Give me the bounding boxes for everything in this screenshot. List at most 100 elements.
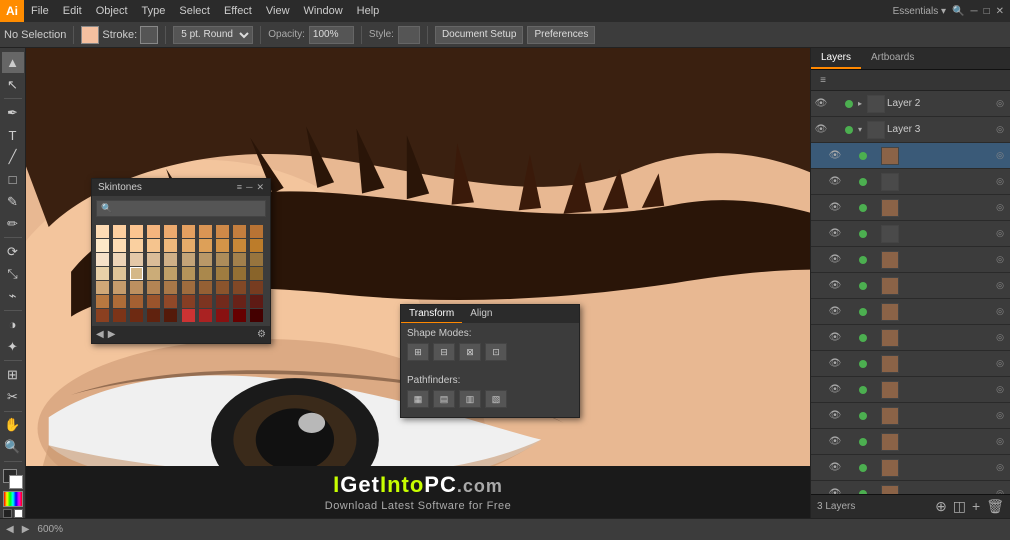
layer-visibility-toggle[interactable]: 👁: [827, 462, 843, 473]
color-swatch[interactable]: [216, 295, 229, 308]
maximize-icon[interactable]: □: [984, 6, 990, 17]
search-input[interactable]: [112, 203, 261, 214]
stroke-swatch[interactable]: [140, 26, 158, 44]
trim-btn[interactable]: ▤: [433, 390, 455, 408]
color-swatch[interactable]: [199, 239, 212, 252]
layer-visibility-toggle[interactable]: 👁: [827, 410, 843, 421]
menu-window[interactable]: Window: [297, 3, 350, 19]
color-swatch[interactable]: [164, 225, 177, 238]
make-sub-layer-btn[interactable]: ≡: [815, 72, 831, 88]
layer-item[interactable]: 👁 ◎: [811, 481, 1010, 494]
blob-brush-tool[interactable]: ✏: [2, 213, 24, 234]
layers-list[interactable]: 👁 ▸ Layer 2 ◎ 👁 ▾ Layer 3 ◎ 👁: [811, 91, 1010, 494]
brush-select[interactable]: 5 pt. Round: [173, 26, 253, 44]
layer-item[interactable]: 👁 ◎: [811, 169, 1010, 195]
layer-target-circle[interactable]: ◎: [992, 228, 1008, 239]
color-swatch[interactable]: [130, 281, 143, 294]
delete-layer-btn[interactable]: 🗑: [986, 498, 1004, 515]
layer-item[interactable]: 👁 ◎: [811, 377, 1010, 403]
color-swatch[interactable]: [113, 253, 126, 266]
color-swatch[interactable]: [250, 309, 263, 322]
stroke-none-box[interactable]: [14, 509, 23, 518]
scale-tool[interactable]: ⤡: [2, 264, 24, 285]
search-icon[interactable]: 🔍: [952, 6, 964, 17]
nav-back-btn[interactable]: ◀: [6, 524, 14, 535]
exclude-btn[interactable]: ⊡: [485, 343, 507, 361]
layer-visibility-toggle[interactable]: 👁: [827, 358, 843, 369]
layer-visibility-toggle[interactable]: 👁: [827, 254, 843, 265]
color-swatch[interactable]: [216, 239, 229, 252]
select-tool[interactable]: ▲: [2, 52, 24, 73]
crop-btn[interactable]: ▧: [485, 390, 507, 408]
color-swatch[interactable]: [199, 253, 212, 266]
layer-target-circle[interactable]: ◎: [992, 436, 1008, 447]
hand-tool[interactable]: ✋: [2, 415, 24, 436]
color-swatch[interactable]: [113, 239, 126, 252]
color-swatch[interactable]: [182, 267, 195, 280]
color-swatch[interactable]: [130, 309, 143, 322]
color-swatch[interactable]: [147, 267, 160, 280]
color-swatch[interactable]: [96, 295, 109, 308]
artboards-tab[interactable]: Artboards: [861, 48, 924, 69]
canvas-drawing[interactable]: Skintones ≡ ─ ✕ 🔍 ◀ ▶ ⚙: [26, 48, 810, 518]
layer-target-circle[interactable]: ◎: [992, 358, 1008, 369]
line-tool[interactable]: ╱: [2, 147, 24, 168]
menu-edit[interactable]: Edit: [56, 3, 89, 19]
color-swatch[interactable]: [164, 281, 177, 294]
color-swatch[interactable]: [233, 253, 246, 266]
doc-setup-button[interactable]: Document Setup: [435, 26, 524, 44]
layer-item[interactable]: 👁 ▾ Layer 3 ◎: [811, 117, 1010, 143]
color-swatch[interactable]: [96, 267, 109, 280]
color-swatch[interactable]: [233, 239, 246, 252]
color-swatch[interactable]: [96, 309, 109, 322]
layer-target-circle[interactable]: ◎: [992, 98, 1008, 109]
layer-target-circle[interactable]: ◎: [992, 202, 1008, 213]
layer-visibility-toggle[interactable]: 👁: [827, 332, 843, 343]
preferences-button[interactable]: Preferences: [527, 26, 595, 44]
color-swatch[interactable]: [233, 267, 246, 280]
color-swatch[interactable]: [130, 239, 143, 252]
layer-visibility-toggle[interactable]: 👁: [827, 384, 843, 395]
color-swatch[interactable]: [216, 267, 229, 280]
make-clip-mask-btn[interactable]: ⊕: [935, 498, 947, 515]
minimize-icon[interactable]: ─: [970, 6, 977, 17]
color-swatch[interactable]: [250, 295, 263, 308]
color-swatch[interactable]: [96, 253, 109, 266]
slice-tool[interactable]: ✂: [2, 387, 24, 408]
color-swatch[interactable]: [164, 295, 177, 308]
menu-file[interactable]: File: [24, 3, 56, 19]
menu-view[interactable]: View: [259, 3, 297, 19]
color-swatch[interactable]: [250, 225, 263, 238]
layer-item[interactable]: 👁 ◎: [811, 455, 1010, 481]
color-swatch[interactable]: [164, 253, 177, 266]
nav-forward-btn[interactable]: ▶: [22, 524, 30, 535]
color-gradient-bar[interactable]: [3, 491, 23, 507]
gradient-tool[interactable]: ◑: [2, 314, 24, 335]
transform-tab[interactable]: Transform: [401, 305, 462, 323]
pen-tool[interactable]: ✒: [2, 102, 24, 123]
color-swatch[interactable]: [182, 295, 195, 308]
layer-visibility-toggle[interactable]: 👁: [827, 228, 843, 239]
layer-target-circle[interactable]: ◎: [992, 410, 1008, 421]
type-tool[interactable]: T: [2, 125, 24, 146]
intersect-btn[interactable]: ⊠: [459, 343, 481, 361]
panel-next-btn[interactable]: ▶: [108, 329, 116, 340]
color-swatch[interactable]: [147, 295, 160, 308]
layer-item[interactable]: 👁 ◎: [811, 403, 1010, 429]
zoom-tool[interactable]: 🔍: [2, 437, 24, 458]
artboard-tool[interactable]: ⊞: [2, 364, 24, 385]
color-swatch[interactable]: [147, 225, 160, 238]
color-swatch[interactable]: [182, 239, 195, 252]
menu-help[interactable]: Help: [350, 3, 387, 19]
color-swatch[interactable]: [130, 267, 143, 280]
panel-close-icon[interactable]: ✕: [256, 182, 264, 193]
color-swatch[interactable]: [216, 281, 229, 294]
rotate-tool[interactable]: ⟳: [2, 241, 24, 262]
fill-none-box[interactable]: [3, 509, 12, 518]
color-swatch[interactable]: [216, 253, 229, 266]
color-swatch[interactable]: [130, 295, 143, 308]
color-swatch[interactable]: [233, 295, 246, 308]
layer-visibility-toggle[interactable]: 👁: [827, 202, 843, 213]
layer-item[interactable]: 👁 ◎: [811, 143, 1010, 169]
menu-type[interactable]: Type: [135, 3, 173, 19]
